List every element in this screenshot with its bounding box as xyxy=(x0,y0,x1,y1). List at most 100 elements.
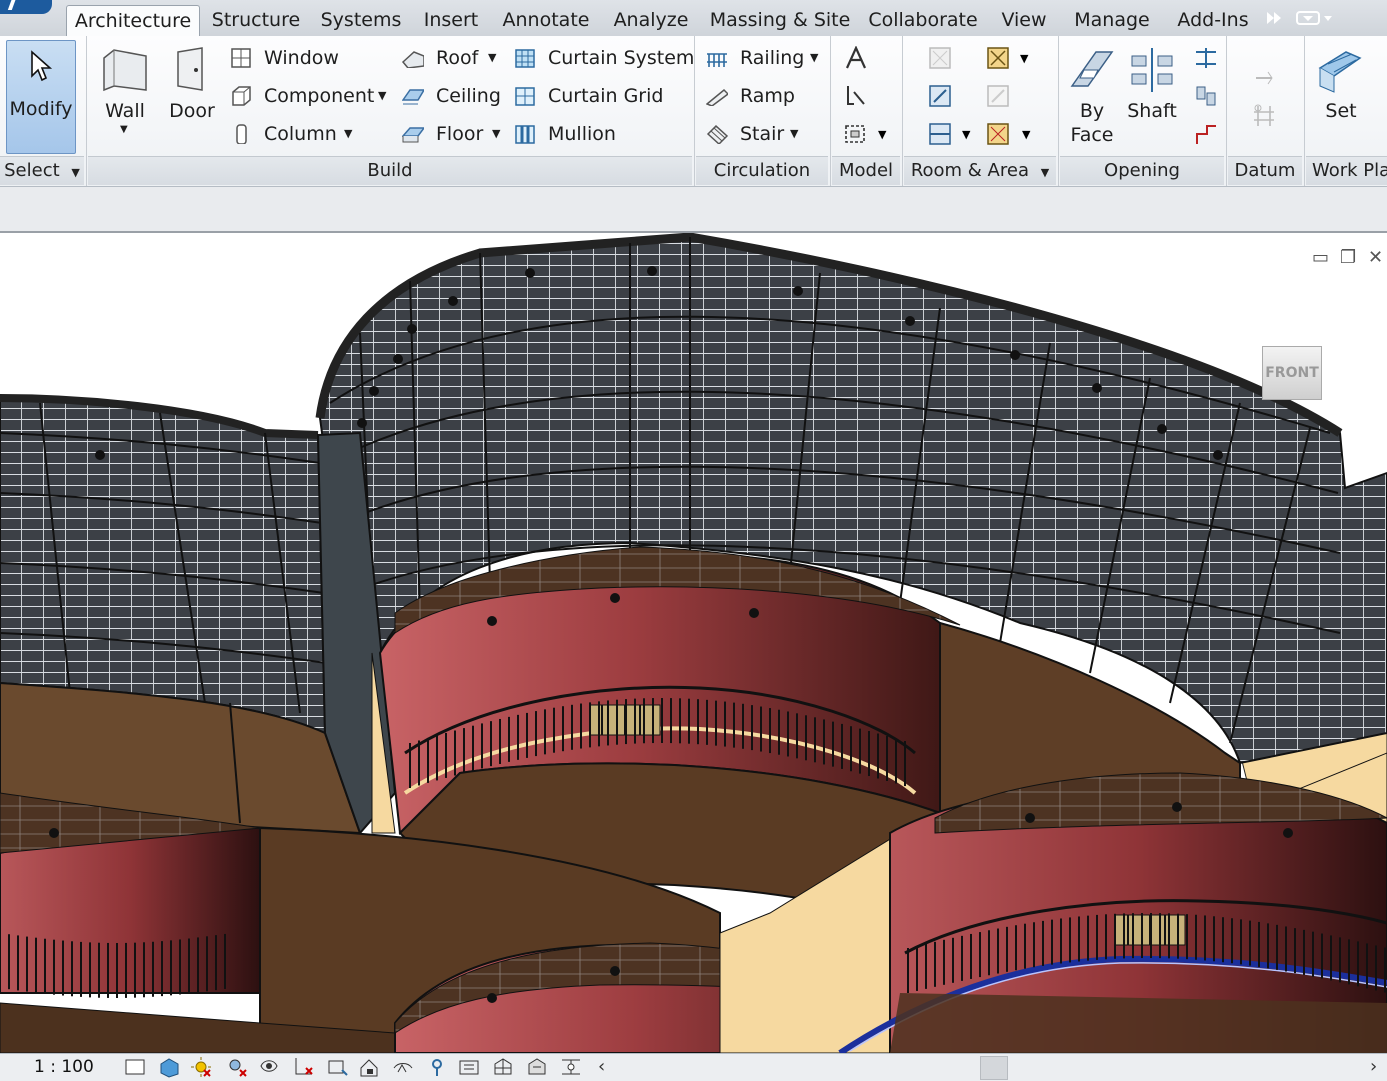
minimize-view-icon[interactable]: ▭ xyxy=(1312,247,1329,268)
set-label: Set xyxy=(1325,100,1357,122)
ribbon-tab-bar: Architecture Structure Systems Insert An… xyxy=(0,0,1387,37)
reveal-hidden-icon[interactable] xyxy=(426,1056,448,1078)
tab-analyze[interactable]: Analyze xyxy=(608,5,694,35)
tab-collaborate[interactable]: Collaborate xyxy=(866,5,980,35)
scroll-right-icon[interactable]: › xyxy=(1370,1056,1377,1077)
chevron-down-icon: ▼ xyxy=(492,127,501,140)
highlight-displacement-icon[interactable] xyxy=(526,1056,548,1078)
panel-select-label: Select xyxy=(4,160,60,181)
scroll-left-icon[interactable]: ‹ xyxy=(598,1056,605,1077)
ribbon-toggle-icon[interactable] xyxy=(1296,10,1334,30)
chevron-down-icon: ▼ xyxy=(810,51,819,64)
panel-work-plane-label: Work Pla xyxy=(1312,160,1387,181)
panel-circulation: Circulation xyxy=(696,156,828,185)
cursor-arrow-icon xyxy=(31,50,53,82)
mullion-icon xyxy=(515,125,535,144)
restore-view-icon[interactable]: ❐ xyxy=(1340,247,1356,268)
close-view-icon[interactable]: ✕ xyxy=(1368,247,1383,268)
sun-path-icon[interactable] xyxy=(190,1056,212,1078)
tab-view[interactable]: View xyxy=(996,5,1052,35)
room-tag-icon[interactable] xyxy=(928,84,952,108)
shaft-label: Shaft xyxy=(1127,100,1177,122)
tab-systems[interactable]: Systems xyxy=(318,5,404,35)
ribbon: Modify Select ▼ Wall ▼ Door Window Compo… xyxy=(0,36,1387,187)
options-bar xyxy=(0,187,1387,233)
grid-icon[interactable] xyxy=(1252,104,1276,128)
tab-manage[interactable]: Manage xyxy=(1068,5,1156,35)
stair-label: Stair xyxy=(740,123,785,145)
ceiling-icon xyxy=(402,89,424,105)
area-boundary-icon[interactable] xyxy=(986,84,1010,108)
curtain-grid-icon xyxy=(515,87,535,106)
chevron-down-icon: ▼ xyxy=(378,89,387,102)
level-icon[interactable] xyxy=(1252,66,1276,90)
application-menu-button[interactable] xyxy=(0,0,52,14)
door-icon xyxy=(177,47,203,91)
dormer-opening-icon[interactable] xyxy=(1194,122,1218,146)
roof-icon xyxy=(402,51,424,68)
curtain-grid-label: Curtain Grid xyxy=(548,85,664,107)
3d-viewport[interactable]: ▭ ❐ ✕ FRONT xyxy=(0,233,1387,1053)
chevron-down-icon: ▼ xyxy=(790,127,799,140)
view-control-bar: 1 : 100 ‹ › xyxy=(0,1053,1387,1081)
analytical-model-icon[interactable] xyxy=(492,1056,514,1078)
tab-insert[interactable]: Insert xyxy=(420,5,482,35)
window-label: Window xyxy=(264,47,339,69)
chevron-down-icon[interactable]: ▼ xyxy=(878,128,886,141)
reveal-constraints-icon[interactable] xyxy=(560,1056,582,1078)
detail-level-icon[interactable] xyxy=(124,1056,146,1078)
by-face-label-2: Face xyxy=(1070,124,1114,146)
ceiling-label: Ceiling xyxy=(436,85,501,107)
chevron-down-icon: ▼ xyxy=(1040,166,1050,179)
component-label: Component xyxy=(264,85,375,107)
crop-view-icon[interactable] xyxy=(292,1056,314,1078)
panel-datum-label: Datum xyxy=(1234,160,1296,181)
visual-style-icon[interactable] xyxy=(158,1056,180,1078)
area-tag-icon[interactable] xyxy=(986,122,1010,146)
panel-opening: Opening xyxy=(1060,156,1224,185)
panel-select[interactable]: Select ▼ xyxy=(0,156,84,185)
component-icon xyxy=(232,86,251,106)
vertical-opening-icon[interactable] xyxy=(1194,84,1218,108)
modify-label: Modify xyxy=(9,98,73,120)
wall-button[interactable]: Wall ▼ xyxy=(96,44,154,148)
column-icon xyxy=(236,124,247,144)
temporary-view-properties-icon[interactable] xyxy=(458,1056,480,1078)
chevron-down-icon[interactable]: ▼ xyxy=(962,128,970,141)
horizontal-scrollbar-thumb[interactable] xyxy=(980,1056,1008,1080)
model-line-icon[interactable] xyxy=(844,84,868,108)
building-model-render xyxy=(0,233,1387,1053)
chevron-down-icon: ▼ xyxy=(71,166,80,179)
room-icon[interactable] xyxy=(928,46,952,70)
chevron-down-icon[interactable]: ▼ xyxy=(1020,52,1028,65)
crop-region-icon[interactable] xyxy=(326,1056,348,1078)
viewcube[interactable]: FRONT xyxy=(1262,346,1322,400)
model-text-icon[interactable] xyxy=(844,46,868,70)
work-plane-icon xyxy=(1318,51,1362,93)
panel-room-area[interactable]: Room & Area ▼ xyxy=(904,156,1056,185)
wall-label: Wall xyxy=(105,100,145,122)
roof-label: Roof xyxy=(436,47,479,69)
curtain-system-icon xyxy=(515,49,535,68)
temporary-hide-icon[interactable] xyxy=(392,1056,414,1078)
tab-annotate[interactable]: Annotate xyxy=(498,5,594,35)
render-dialog-icon[interactable] xyxy=(258,1056,280,1078)
area-icon[interactable] xyxy=(986,46,1010,70)
viewcube-face-label: FRONT xyxy=(1265,365,1319,381)
tab-overflow-icon[interactable] xyxy=(1266,10,1282,29)
room-separator-icon[interactable] xyxy=(928,122,952,146)
tab-structure[interactable]: Structure xyxy=(205,5,307,35)
lock-view-icon[interactable] xyxy=(358,1056,380,1078)
shadows-icon[interactable] xyxy=(226,1056,248,1078)
panel-model: Model xyxy=(832,156,900,185)
tab-architecture[interactable]: Architecture xyxy=(66,5,200,37)
chevron-down-icon[interactable]: ▼ xyxy=(1022,128,1030,141)
panel-work-plane: Work Pla xyxy=(1306,156,1387,185)
tab-add-ins[interactable]: Add-Ins xyxy=(1170,5,1256,35)
model-group-icon[interactable] xyxy=(844,122,868,146)
panel-build-label: Build xyxy=(367,160,413,181)
ramp-label: Ramp xyxy=(740,85,795,107)
tab-massing-site[interactable]: Massing & Site xyxy=(708,5,852,35)
wall-opening-icon[interactable] xyxy=(1194,46,1218,70)
view-scale[interactable]: 1 : 100 xyxy=(34,1057,94,1077)
